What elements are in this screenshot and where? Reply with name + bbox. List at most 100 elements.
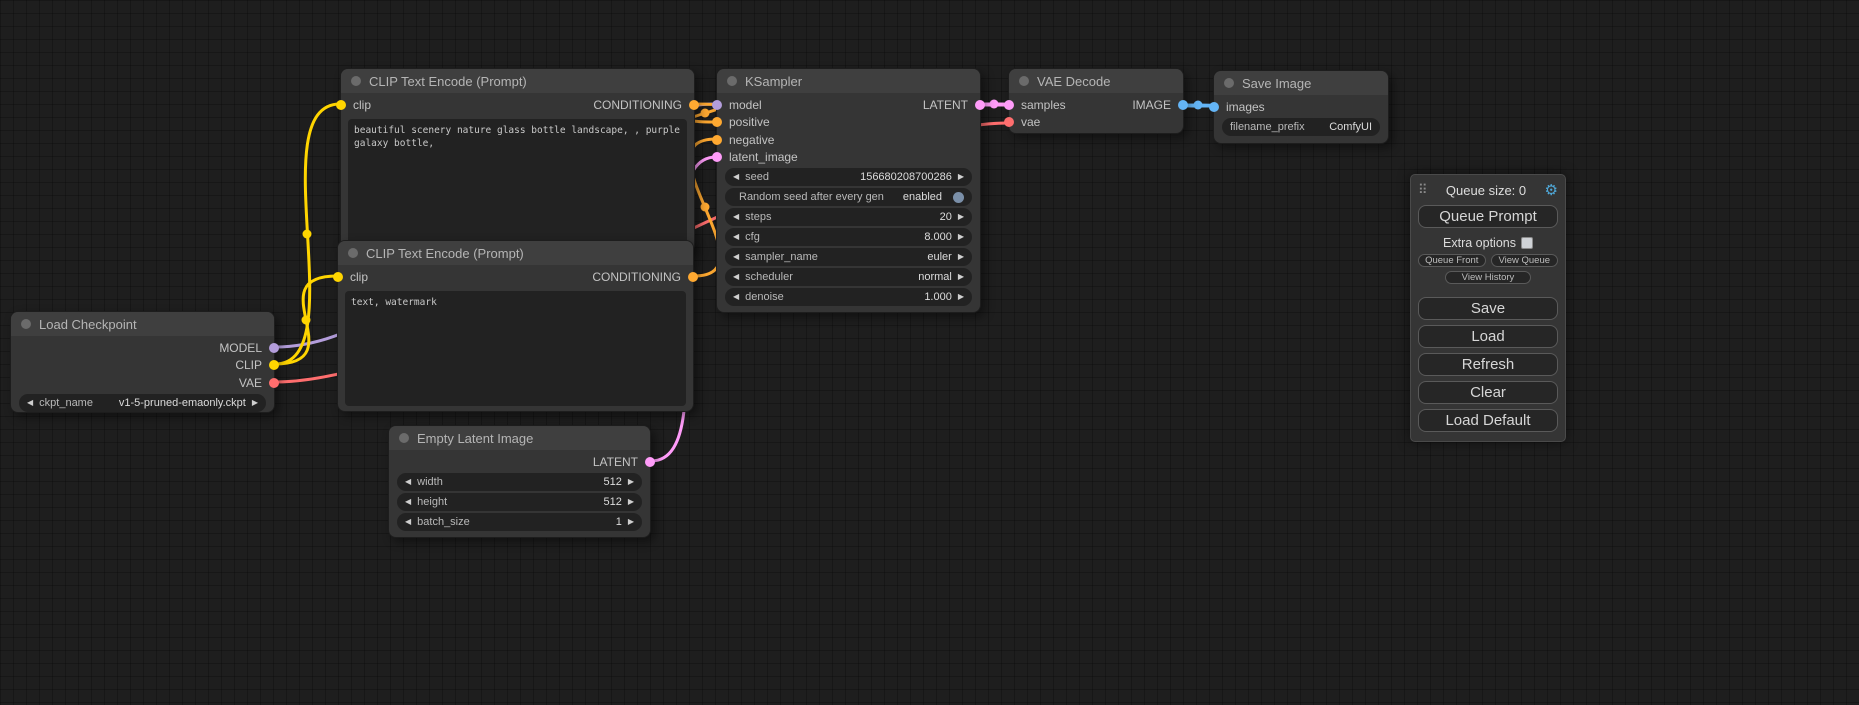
arrow-left-icon[interactable]: ◀ [405, 498, 411, 506]
widget-steps[interactable]: ◀ steps 20 ▶ [725, 208, 972, 226]
widget-cfg[interactable]: ◀ cfg 8.000 ▶ [725, 228, 972, 246]
node-title-bar[interactable]: CLIP Text Encode (Prompt) [341, 69, 694, 93]
widget-height[interactable]: ◀ height 512 ▶ [397, 493, 642, 511]
widget-ckpt-name[interactable]: ◀ ckpt_name v1-5-pruned-emaonly.ckpt ▶ [19, 394, 266, 412]
input-slot-negative[interactable] [712, 135, 722, 145]
input-slot-vae[interactable] [1004, 117, 1014, 127]
node-title: KSampler [745, 74, 802, 89]
widget-denoise[interactable]: ◀ denoise 1.000 ▶ [725, 288, 972, 306]
collapse-dot[interactable] [348, 248, 358, 258]
collapse-dot[interactable] [21, 319, 31, 329]
input-slot-images[interactable] [1209, 102, 1219, 112]
graph-canvas[interactable]: { "canvas": { "colors": { "model": "#B39… [0, 0, 1859, 705]
arrow-right-icon[interactable]: ▶ [958, 253, 964, 261]
collapse-dot[interactable] [399, 433, 409, 443]
node-title-bar[interactable]: VAE Decode [1009, 69, 1183, 93]
collapse-dot[interactable] [1019, 76, 1029, 86]
arrow-left-icon[interactable]: ◀ [405, 478, 411, 486]
input-slot-clip[interactable] [333, 272, 343, 282]
node-title-bar[interactable]: Load Checkpoint [11, 312, 274, 336]
extra-options-checkbox[interactable] [1521, 237, 1533, 249]
arrow-right-icon[interactable]: ▶ [958, 293, 964, 301]
node-load-checkpoint[interactable]: Load Checkpoint MODEL CLIP VAE ◀ ckpt_na… [10, 311, 275, 413]
node-title-bar[interactable]: Save Image [1214, 71, 1388, 95]
collapse-dot[interactable] [1224, 78, 1234, 88]
clear-button[interactable]: Clear [1418, 381, 1558, 404]
queue-prompt-button[interactable]: Queue Prompt [1418, 205, 1558, 228]
toggle-circle-icon[interactable] [953, 192, 964, 203]
arrow-right-icon[interactable]: ▶ [628, 478, 634, 486]
node-title-bar[interactable]: KSampler [717, 69, 980, 93]
view-history-button[interactable]: View History [1445, 271, 1532, 284]
node-title: Load Checkpoint [39, 317, 137, 332]
collapse-dot[interactable] [727, 76, 737, 86]
output-slot-model[interactable] [269, 343, 279, 353]
output-slot-image[interactable] [1178, 100, 1188, 110]
output-slot-conditioning[interactable] [688, 272, 698, 282]
node-title-bar[interactable]: CLIP Text Encode (Prompt) [338, 241, 693, 265]
prompt-textarea[interactable]: beautiful scenery nature glass bottle la… [348, 119, 687, 247]
arrow-left-icon[interactable]: ◀ [733, 173, 739, 181]
widget-random-seed-toggle[interactable]: Random seed after every gen enabled [725, 188, 972, 206]
slot-row: positive [717, 114, 980, 132]
arrow-right-icon[interactable]: ▶ [628, 518, 634, 526]
widget-name: Random seed after every gen [739, 191, 884, 203]
widget-filename-prefix[interactable]: filename_prefix ComfyUI [1222, 118, 1380, 136]
arrow-right-icon[interactable]: ▶ [958, 173, 964, 181]
drag-handle-icon[interactable]: ⠿ [1418, 182, 1428, 198]
node-clip-text-encode-negative[interactable]: CLIP Text Encode (Prompt) clip CONDITION… [337, 240, 694, 412]
node-save-image[interactable]: Save Image images filename_prefix ComfyU… [1213, 70, 1389, 144]
arrow-left-icon[interactable]: ◀ [733, 213, 739, 221]
arrow-left-icon[interactable]: ◀ [733, 273, 739, 281]
arrow-right-icon[interactable]: ▶ [958, 213, 964, 221]
input-slot-clip[interactable] [336, 100, 346, 110]
widget-sampler-name[interactable]: ◀ sampler_name euler ▶ [725, 248, 972, 266]
arrow-right-icon[interactable]: ▶ [958, 233, 964, 241]
arrow-left-icon[interactable]: ◀ [733, 253, 739, 261]
load-default-button[interactable]: Load Default [1418, 409, 1558, 432]
output-slot-latent[interactable] [645, 457, 655, 467]
arrow-left-icon[interactable]: ◀ [733, 293, 739, 301]
output-slot-vae[interactable] [269, 378, 279, 388]
arrow-right-icon[interactable]: ▶ [958, 273, 964, 281]
output-slot-clip[interactable] [269, 360, 279, 370]
queue-size-label: Queue size: 0 [1428, 183, 1545, 198]
widget-batch-size[interactable]: ◀ batch_size 1 ▶ [397, 513, 642, 531]
input-label-samples: samples [1021, 98, 1066, 112]
slot-row: CLIP [11, 357, 274, 375]
node-vae-decode[interactable]: VAE Decode samples IMAGE vae [1008, 68, 1184, 134]
widget-name: filename_prefix [1230, 121, 1305, 133]
input-slot-positive[interactable] [712, 117, 722, 127]
node-empty-latent-image[interactable]: Empty Latent Image LATENT ◀ width 512 ▶ … [388, 425, 651, 538]
input-slot-model[interactable] [712, 100, 722, 110]
output-label-conditioning: CONDITIONING [593, 98, 682, 112]
widget-value: 512 [603, 476, 621, 488]
arrow-right-icon[interactable]: ▶ [252, 399, 258, 407]
collapse-dot[interactable] [351, 76, 361, 86]
input-slot-latent-image[interactable] [712, 152, 722, 162]
node-title-bar[interactable]: Empty Latent Image [389, 426, 650, 450]
arrow-left-icon[interactable]: ◀ [405, 518, 411, 526]
view-queue-button[interactable]: View Queue [1491, 254, 1559, 267]
arrow-left-icon[interactable]: ◀ [733, 233, 739, 241]
queue-front-button[interactable]: Queue Front [1418, 254, 1486, 267]
widget-value: 512 [603, 496, 621, 508]
save-button[interactable]: Save [1418, 297, 1558, 320]
widget-scheduler[interactable]: ◀ scheduler normal ▶ [725, 268, 972, 286]
widget-width[interactable]: ◀ width 512 ▶ [397, 473, 642, 491]
widget-value: euler [927, 251, 951, 263]
widget-seed[interactable]: ◀ seed 156680208700286 ▶ [725, 168, 972, 186]
arrow-left-icon[interactable]: ◀ [27, 399, 33, 407]
link-dot-positive [701, 109, 710, 118]
history-row: View History [1418, 271, 1558, 284]
node-clip-text-encode-positive[interactable]: CLIP Text Encode (Prompt) clip CONDITION… [340, 68, 695, 253]
output-slot-latent[interactable] [975, 100, 985, 110]
refresh-button[interactable]: Refresh [1418, 353, 1558, 376]
node-ksampler[interactable]: KSampler model LATENT positive negative … [716, 68, 981, 313]
prompt-textarea[interactable]: text, watermark [345, 291, 686, 406]
gear-icon[interactable]: ⚙ [1545, 183, 1558, 198]
load-button[interactable]: Load [1418, 325, 1558, 348]
arrow-right-icon[interactable]: ▶ [628, 498, 634, 506]
output-slot-conditioning[interactable] [689, 100, 699, 110]
input-slot-samples[interactable] [1004, 100, 1014, 110]
